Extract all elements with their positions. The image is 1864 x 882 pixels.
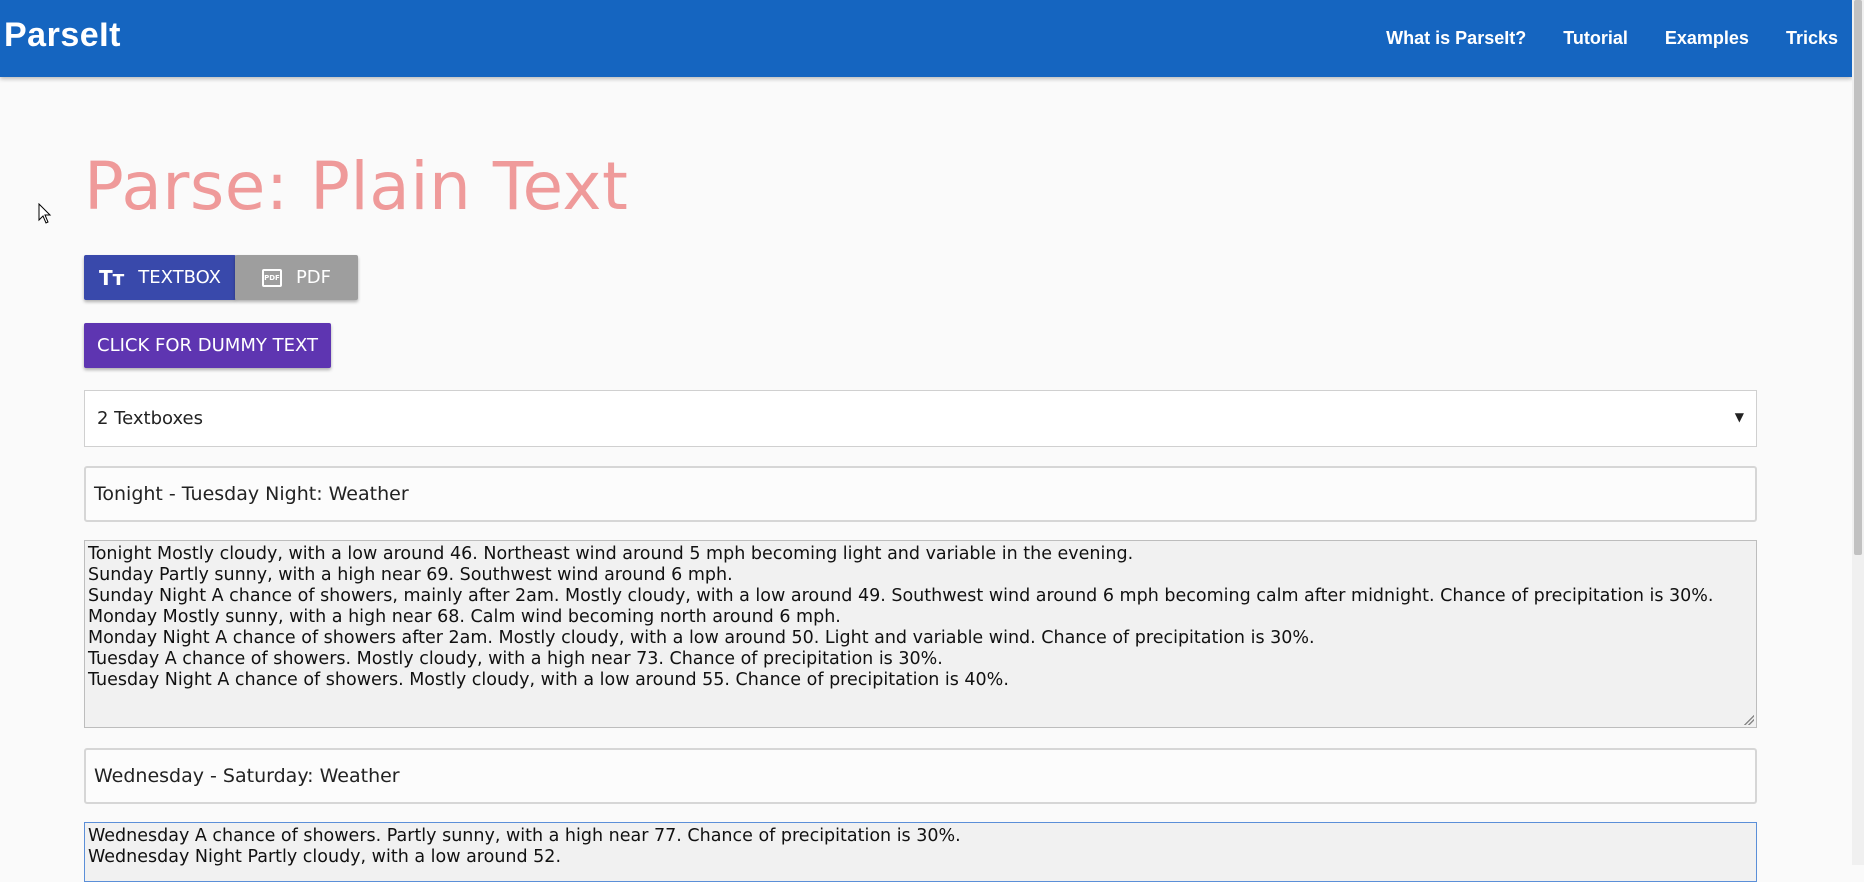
dummy-text-button[interactable]: CLICK FOR DUMMY TEXT — [84, 323, 331, 368]
nav-link-examples[interactable]: Examples — [1665, 28, 1749, 49]
page-scrollbar[interactable] — [1852, 0, 1864, 865]
mouse-pointer-icon — [38, 203, 52, 224]
brand-logo[interactable]: ParseIt — [4, 16, 121, 55]
textbox-content-1[interactable]: Tonight Mostly cloudy, with a low around… — [84, 540, 1757, 728]
nav-link-tricks[interactable]: Tricks — [1786, 28, 1838, 49]
pdf-mode-button[interactable]: PDF PDF — [235, 255, 358, 300]
text-line: Monday Mostly sunny, with a high near 68… — [88, 607, 841, 627]
textbox-content-2[interactable]: Wednesday A chance of showers. Partly su… — [84, 822, 1757, 882]
textbox-button-label: TEXTBOX — [138, 267, 221, 288]
top-navbar: ParseIt What is ParseIt? Tutorial Exampl… — [0, 0, 1852, 77]
text-line: Tonight Mostly cloudy, with a low around… — [88, 544, 1134, 564]
pdf-file-icon: PDF — [261, 268, 282, 287]
text-line: Sunday Partly sunny, with a high near 69… — [88, 565, 733, 585]
caret-down-icon: ▼ — [1734, 410, 1744, 424]
textbox-mode-button[interactable]: Tт TEXTBOX — [84, 255, 236, 300]
dummy-button-label: CLICK FOR DUMMY TEXT — [97, 335, 318, 356]
text-size-icon: Tт — [99, 265, 125, 290]
nav-links: What is ParseIt? Tutorial Examples Trick… — [1349, 0, 1852, 77]
text-line: Wednesday A chance of showers. Partly su… — [88, 826, 961, 846]
text-line: Monday Night A chance of showers after 2… — [88, 628, 1315, 648]
page-title: Parse: Plain Text — [84, 148, 629, 225]
resize-handle[interactable] — [1744, 715, 1754, 725]
textbox-title-input-1[interactable]: Tonight - Tuesday Night: Weather — [84, 466, 1757, 522]
textbox-count-value: 2 Textboxes — [97, 408, 204, 429]
scrollbar-thumb[interactable] — [1854, 0, 1862, 555]
text-line: Sunday Night A chance of showers, mainly… — [88, 586, 1714, 606]
pdf-button-label: PDF — [295, 267, 332, 288]
textbox-count-select[interactable]: 2 Textboxes ▼ — [84, 390, 1757, 447]
textbox-title-input-2[interactable]: Wednesday - Saturday: Weather — [84, 748, 1757, 804]
nav-link-what-is-parseit[interactable]: What is ParseIt? — [1386, 28, 1526, 49]
nav-link-tutorial[interactable]: Tutorial — [1563, 28, 1628, 49]
text-line: Tuesday A chance of showers. Mostly clou… — [88, 649, 943, 669]
text-line: Tuesday Night A chance of showers. Mostl… — [88, 670, 1009, 690]
